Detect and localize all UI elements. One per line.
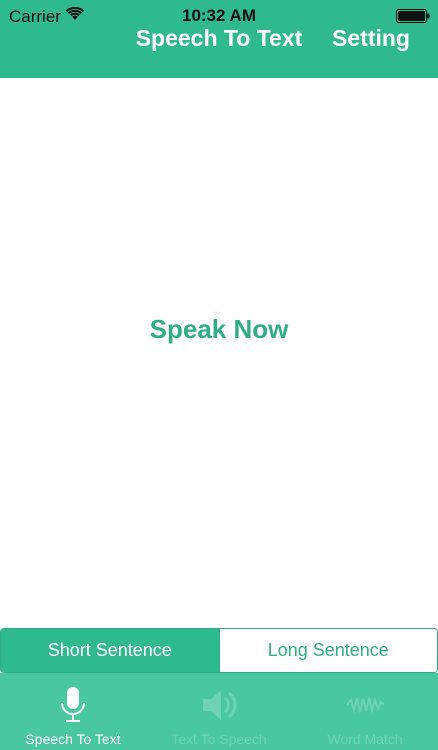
microphone-icon [61, 687, 85, 722]
tab-label-speech-to-text: Speech To Text [25, 731, 121, 747]
tab-bar: Speech To Text Text To Speech Word Match [0, 673, 438, 750]
clock: 10:32 AM [181, 6, 256, 25]
setting-button[interactable]: Setting [332, 25, 410, 52]
waveform-icon [346, 696, 385, 714]
tab-speech-to-text[interactable]: Speech To Text [0, 673, 146, 750]
tab-label-text-to-speech: Text To Speech [171, 731, 267, 747]
sentence-length-segment: Short Sentence Long Sentence [0, 628, 438, 673]
tab-label-word-match: Word Match [327, 731, 403, 747]
app-screen: Carrier 10:32 AM Speech To Text Setting … [0, 0, 438, 750]
tab-text-to-speech[interactable]: Text To Speech [146, 673, 292, 750]
battery-icon [396, 9, 430, 23]
short-sentence-button[interactable]: Short Sentence [1, 629, 219, 672]
header: Carrier 10:32 AM Speech To Text Setting [0, 0, 438, 78]
long-sentence-button[interactable]: Long Sentence [218, 629, 437, 672]
tab-word-match[interactable]: Word Match [292, 673, 438, 750]
speak-now-prompt[interactable]: Speak Now [0, 314, 438, 345]
speaker-icon [203, 690, 237, 720]
